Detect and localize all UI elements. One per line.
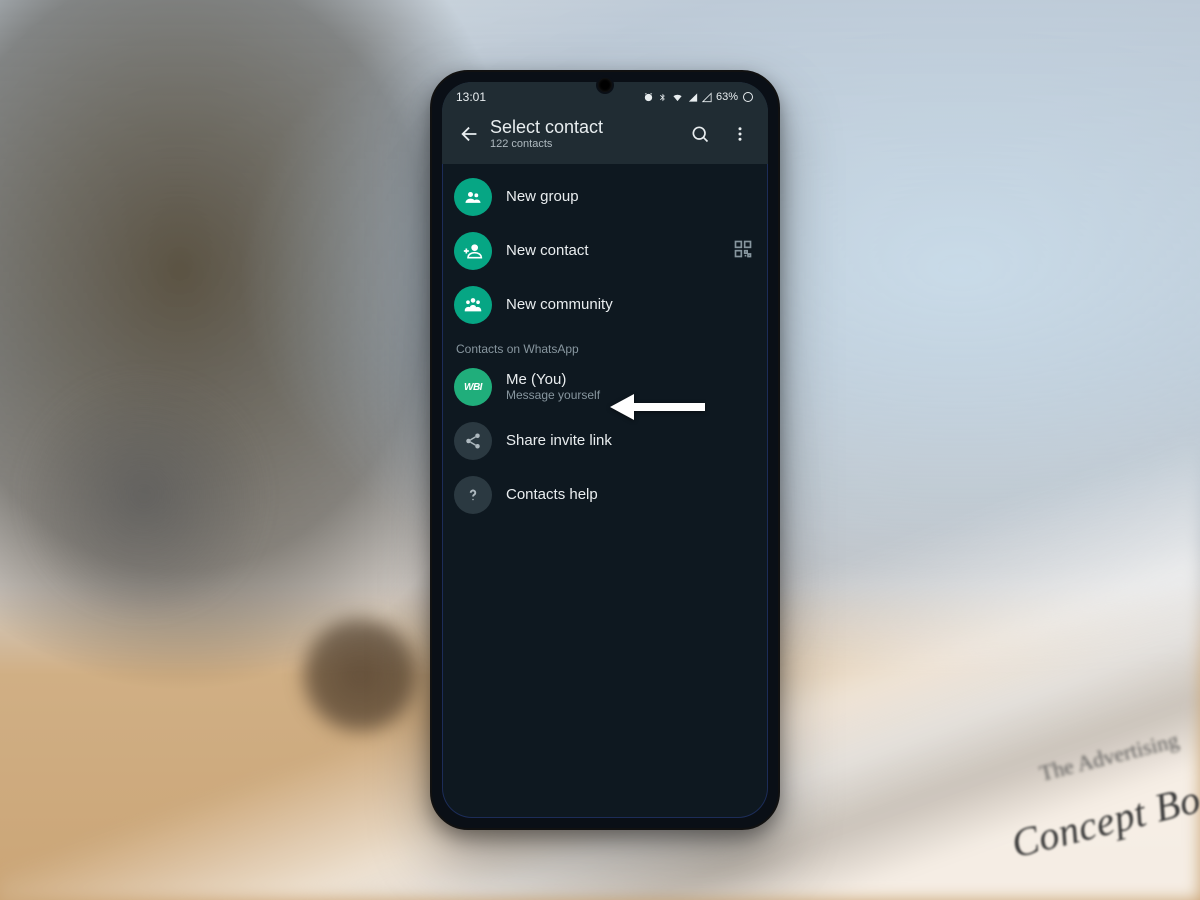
- qr-code-icon: [733, 239, 753, 259]
- add-contact-icon: [454, 232, 492, 270]
- share-invite-label: Share invite link: [506, 432, 756, 449]
- alarm-icon: [643, 92, 654, 103]
- new-group-row[interactable]: New group: [442, 170, 768, 224]
- qr-code-button[interactable]: [730, 239, 756, 264]
- status-indicators: 63%: [643, 91, 754, 103]
- search-icon: [690, 124, 710, 144]
- contacts-help-row[interactable]: Contacts help: [442, 468, 768, 522]
- community-icon: [454, 286, 492, 324]
- app-bar: Select contact 122 contacts: [442, 108, 768, 164]
- more-vertical-icon: [731, 125, 749, 143]
- new-community-row[interactable]: New community: [442, 278, 768, 332]
- annotation-arrow: [610, 390, 710, 424]
- share-icon: [454, 422, 492, 460]
- signal-icon-2: [702, 92, 712, 103]
- bg-book-subtitle: The Advertising: [1037, 727, 1181, 787]
- arrow-left-icon: [610, 390, 710, 424]
- new-group-label: New group: [506, 188, 756, 205]
- phone-screen: 13:01 63% Select contact 122 cont: [442, 82, 768, 818]
- arrow-left-icon: [459, 123, 481, 145]
- back-button[interactable]: [450, 114, 490, 154]
- battery-text: 63%: [716, 91, 738, 103]
- new-community-label: New community: [506, 296, 756, 313]
- app-bar-titles: Select contact 122 contacts: [490, 118, 680, 151]
- status-time: 13:01: [456, 90, 486, 104]
- contacts-help-label: Contacts help: [506, 486, 756, 503]
- bg-book-title: Concept Book: [1006, 766, 1200, 868]
- photo-background: The Advertising Concept Book 13:01 63%: [0, 0, 1200, 900]
- share-invite-row[interactable]: Share invite link: [442, 414, 768, 468]
- battery-icon: [742, 91, 754, 103]
- section-header: Contacts on WhatsApp: [442, 332, 768, 360]
- me-name: Me (You): [506, 371, 756, 388]
- new-contact-row[interactable]: New contact: [442, 224, 768, 278]
- phone-frame: 13:01 63% Select contact 122 cont: [430, 70, 780, 830]
- page-title: Select contact: [490, 118, 680, 138]
- group-icon: [454, 178, 492, 216]
- bluetooth-icon: [658, 92, 667, 103]
- wifi-icon: [671, 92, 684, 103]
- search-button[interactable]: [680, 114, 720, 154]
- contacts-list: New group New contact New community: [442, 164, 768, 522]
- more-menu-button[interactable]: [720, 114, 760, 154]
- me-contact-row[interactable]: WBI Me (You) Message yourself: [442, 360, 768, 414]
- signal-icon: [688, 92, 698, 103]
- page-subtitle: 122 contacts: [490, 138, 680, 150]
- me-avatar: WBI: [454, 368, 492, 406]
- help-icon: [454, 476, 492, 514]
- new-contact-label: New contact: [506, 242, 716, 259]
- selfie-camera-hole: [598, 78, 612, 92]
